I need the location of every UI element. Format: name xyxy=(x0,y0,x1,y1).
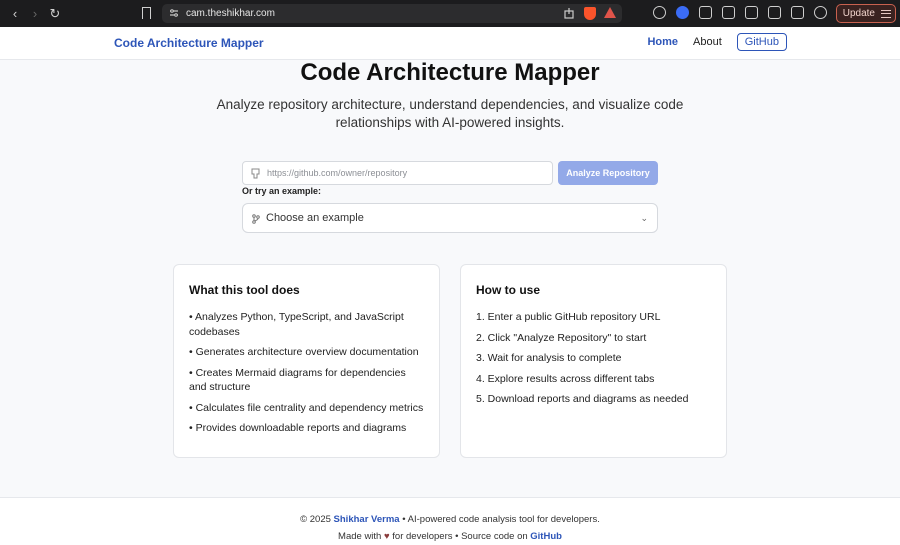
browser-nav-group: ‹ › ↻ xyxy=(0,5,135,23)
update-button[interactable]: Update xyxy=(835,4,896,23)
site-header: Code Architecture Mapper Home About GitH… xyxy=(0,27,900,60)
nav-github-button[interactable]: GitHub xyxy=(736,33,787,51)
list-item: 5. Download reports and diagrams as need… xyxy=(476,393,689,405)
nav-home-link[interactable]: Home xyxy=(647,36,678,48)
list-item: 2. Click "Analyze Repository" to start xyxy=(476,331,647,344)
page-title: Code Architecture Mapper xyxy=(300,59,600,86)
share-icon[interactable] xyxy=(564,7,574,19)
brand-link[interactable]: Code Architecture Mapper xyxy=(114,36,264,50)
repo-url-field[interactable] xyxy=(242,161,553,185)
feature-list: • Analyzes Python, TypeScript, and JavaS… xyxy=(189,310,425,436)
nav-about-link[interactable]: About xyxy=(693,36,722,48)
leo-ai-icon[interactable] xyxy=(814,6,827,19)
extension-avatar-icon[interactable] xyxy=(653,6,666,19)
how-to-use-card: How to use 1. Enter a public GitHub repo… xyxy=(460,264,727,458)
card-title: How to use xyxy=(476,283,541,297)
address-bar[interactable]: cam.theshikhar.com xyxy=(162,4,622,23)
github-icon xyxy=(251,168,260,179)
menu-icon[interactable] xyxy=(881,10,891,18)
forward-icon[interactable]: › xyxy=(26,5,44,23)
heart-icon: ♥ xyxy=(384,531,390,542)
example-select[interactable]: Choose an example ⌄ xyxy=(242,203,658,233)
copyright-text: © 2025 xyxy=(300,514,331,525)
page-subtitle: Analyze repository architecture, underst… xyxy=(216,97,684,130)
wallet-icon[interactable] xyxy=(791,6,804,19)
back-icon[interactable]: ‹ xyxy=(6,5,24,23)
steps-list: 1. Enter a public GitHub repository URL … xyxy=(476,310,712,407)
list-item: • Analyzes Python, TypeScript, and JavaS… xyxy=(189,311,404,338)
nav-links: Home About GitHub xyxy=(647,33,787,51)
list-item: • Calculates file centrality and depende… xyxy=(189,401,424,414)
site-settings-icon[interactable] xyxy=(169,8,179,18)
example-label: Or try an example: xyxy=(242,186,322,196)
list-item: 1. Enter a public GitHub repository URL xyxy=(476,311,661,323)
repo-url-input[interactable] xyxy=(267,164,547,182)
download-icon[interactable] xyxy=(745,6,758,19)
screenshot-icon[interactable] xyxy=(722,6,735,19)
sidebar-icon[interactable] xyxy=(768,6,781,19)
site-footer: © 2025 Shikhar Verma • AI-powered code a… xyxy=(0,497,900,545)
update-label: Update xyxy=(842,8,875,19)
footer-copyright-line: © 2025 Shikhar Verma • AI-powered code a… xyxy=(0,514,900,525)
browser-toolbar: ‹ › ↻ cam.theshikhar.com Update xyxy=(0,0,900,27)
git-branch-icon xyxy=(252,214,260,224)
list-item: • Creates Mermaid diagrams for dependenc… xyxy=(189,366,406,394)
footer-credits-line: Made with ♥ for developers • Source code… xyxy=(0,531,900,542)
bookmark-icon[interactable] xyxy=(142,7,151,19)
extension-toolbar xyxy=(653,6,850,19)
reload-icon[interactable]: ↻ xyxy=(46,5,64,23)
analyze-repository-button[interactable]: Analyze Repository xyxy=(558,161,658,185)
chevron-down-icon: ⌄ xyxy=(640,213,648,223)
made-with-text: Made with xyxy=(338,531,382,542)
what-tool-does-card: What this tool does • Analyzes Python, T… xyxy=(173,264,440,458)
list-item: 3. Wait for analysis to complete xyxy=(476,352,622,364)
extensions-puzzle-icon[interactable] xyxy=(699,6,712,19)
url-text[interactable]: cam.theshikhar.com xyxy=(186,8,275,19)
author-link[interactable]: Shikhar Verma xyxy=(334,514,400,525)
for-devs-text: for developers • Source code on xyxy=(392,531,528,542)
extension-blue-icon[interactable] xyxy=(676,6,689,19)
list-item: • Provides downloadable reports and diag… xyxy=(189,422,407,434)
list-item: • Generates architecture overview docume… xyxy=(189,346,419,358)
list-item: 4. Explore results across different tabs xyxy=(476,372,655,385)
tagline-text: • AI-powered code analysis tool for deve… xyxy=(402,514,600,525)
brave-rewards-icon[interactable] xyxy=(604,7,616,18)
brave-shields-icon[interactable] xyxy=(584,7,596,20)
footer-github-link[interactable]: GitHub xyxy=(530,531,562,542)
card-title: What this tool does xyxy=(189,283,300,297)
example-select-value: Choose an example xyxy=(266,212,364,224)
